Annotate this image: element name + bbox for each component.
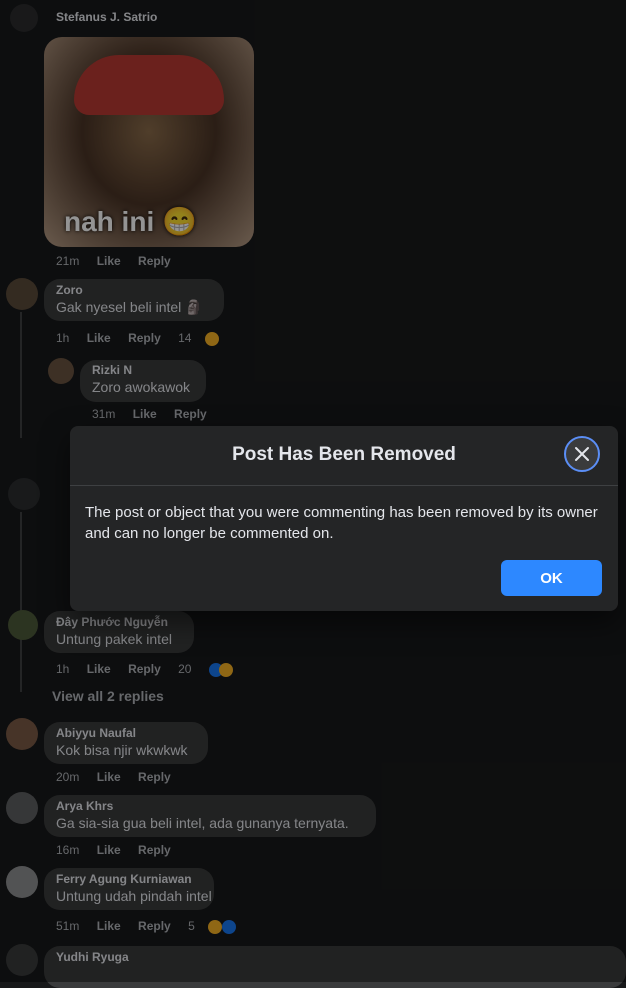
dialog-title: Post Has Been Removed [232,444,456,465]
close-icon [575,447,589,461]
post-removed-dialog: Post Has Been Removed The post or object… [70,426,618,611]
dialog-header: Post Has Been Removed [70,426,618,486]
close-button[interactable] [564,436,600,472]
ok-button[interactable]: OK [501,560,602,596]
dialog-message: The post or object that you were comment… [85,504,598,542]
